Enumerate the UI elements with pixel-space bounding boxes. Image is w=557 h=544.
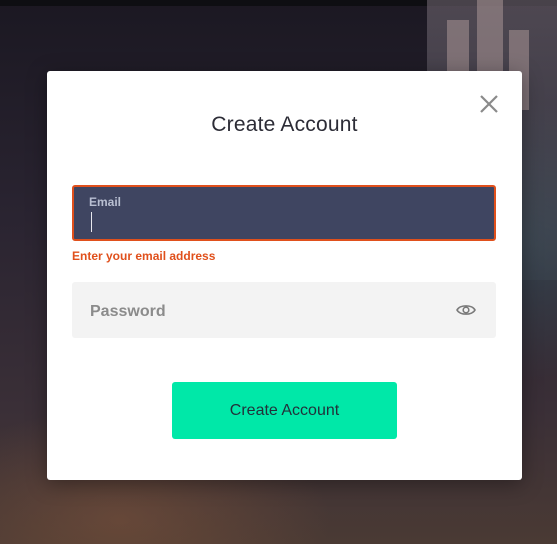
- close-button[interactable]: [478, 93, 500, 115]
- modal-title: Create Account: [211, 113, 358, 136]
- show-password-toggle[interactable]: [456, 301, 476, 319]
- email-input[interactable]: [88, 211, 482, 233]
- eye-icon: [456, 305, 476, 315]
- password-field[interactable]: [72, 282, 496, 338]
- email-error-message: Enter your email address: [72, 249, 216, 263]
- create-account-modal: Create Account Email Enter your email ad…: [47, 71, 522, 480]
- create-account-button[interactable]: Create Account: [172, 382, 397, 439]
- close-icon: [480, 95, 498, 113]
- email-field[interactable]: Email: [72, 185, 496, 241]
- email-label: Email: [89, 195, 122, 209]
- password-input[interactable]: [88, 300, 432, 324]
